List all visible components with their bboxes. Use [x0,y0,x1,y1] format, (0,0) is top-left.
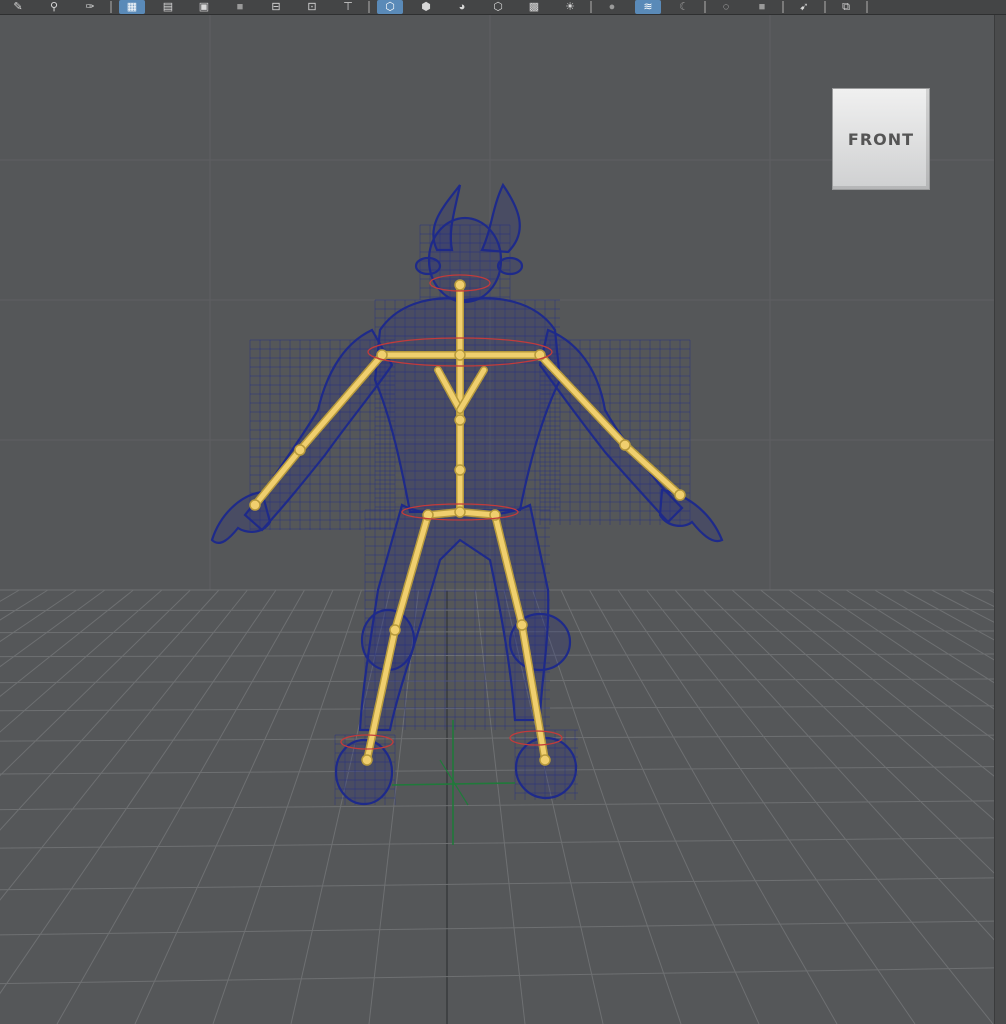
toolbar-separator [866,1,868,13]
skeleton-joint [454,414,466,426]
ground-grid-line [874,589,994,661]
pencil-icon[interactable]: ✎ [5,0,31,14]
toolbar-separator [110,1,112,13]
right-hand-mesh [658,488,724,543]
xray-icon[interactable]: ≋ [635,0,661,14]
brush-icon[interactable]: ✑ [77,0,103,14]
wireframe-icon[interactable]: ⬡ [377,0,403,14]
origin-x-axis [391,782,516,786]
ground-grid-line [0,837,994,849]
ground-grid-line [0,609,994,611]
ground-grid-line [0,877,994,891]
toolbar-separator [824,1,826,13]
ground-grid-line [0,589,191,777]
ground-grid-line [0,589,134,697]
ground-grid-line [0,967,994,985]
skeleton-joint [516,619,528,631]
skeleton-joint [674,489,686,501]
film-gate-icon[interactable]: ▤ [155,0,181,14]
ground-grid-line [0,589,163,733]
skeleton-joint [454,279,466,291]
shadows-icon[interactable]: ● [599,0,625,14]
toolbar-separator [704,1,706,13]
toolbar-separator [590,1,592,13]
panel-layout-icon[interactable]: ⧉ [833,0,859,14]
textured-icon[interactable]: ▩ [521,0,547,14]
skeleton-joint [389,624,401,636]
ground-grid-line [0,734,994,742]
smooth-shade-icon[interactable]: ⬢ [413,0,439,14]
skeleton-joint [454,349,466,361]
isolate-select-icon[interactable]: ◌ [713,0,739,14]
xray-joints-icon[interactable]: ■ [749,0,775,14]
lighting-icon[interactable]: ☀ [557,0,583,14]
skeleton-joint [294,444,306,456]
skeleton-joint [539,754,551,766]
ground-grid-line [0,589,220,831]
view-cube[interactable]: FRONT [832,88,930,190]
ground-grid-line [845,589,994,684]
ground-grid-line [902,589,994,641]
skeleton-joint [619,439,631,451]
ground-grid-line [0,589,77,643]
safe-action-icon[interactable]: ⊡ [299,0,325,14]
resolution-gate-icon[interactable]: ▣ [191,0,217,14]
toolbar-separator [782,1,784,13]
ground-grid-line [0,630,994,634]
ground-grid-line [817,589,994,710]
viewport-side-border [994,15,1006,1024]
ground-grid-line [959,589,994,608]
origin-z-axis [439,759,469,806]
skeleton-joint [454,464,466,476]
wireframe-on-shaded-icon[interactable]: ⬡ [485,0,511,14]
view-cube-label: FRONT [847,129,915,149]
ground-grid-line [0,589,277,995]
ground-grid-line [0,653,994,658]
safe-title-icon[interactable]: ⊤ [335,0,361,14]
default-material-icon[interactable]: ◕ [449,0,475,14]
viewport-toolbar: ✎ ⚲ ✑ ▦ ▤ ▣ ■ ⊟ ⊡ ⊤ ⬡ ⬢ ◕ ⬡ ▩ ☀ ● ≋ ☾ ◌ ■ ➹ ⧉ [0,0,1006,15]
ground-grid-line [0,800,994,811]
camera-icon[interactable]: ■ [227,0,253,14]
skeleton-joint [454,506,466,518]
ambient-occlusion-icon[interactable]: ☾ [671,0,697,14]
select-tool-icon[interactable]: ➹ [791,0,817,14]
field-chart-icon[interactable]: ⊟ [263,0,289,14]
grid-icon[interactable]: ▦ [119,0,145,14]
toolbar-separator [368,1,370,13]
skeleton-joint [249,499,261,511]
ground-grid-line [760,589,994,777]
ground-grid-line [0,766,994,775]
skeleton-joint [361,754,373,766]
ground-grid-line [0,920,994,936]
search-icon[interactable]: ⚲ [41,0,67,14]
